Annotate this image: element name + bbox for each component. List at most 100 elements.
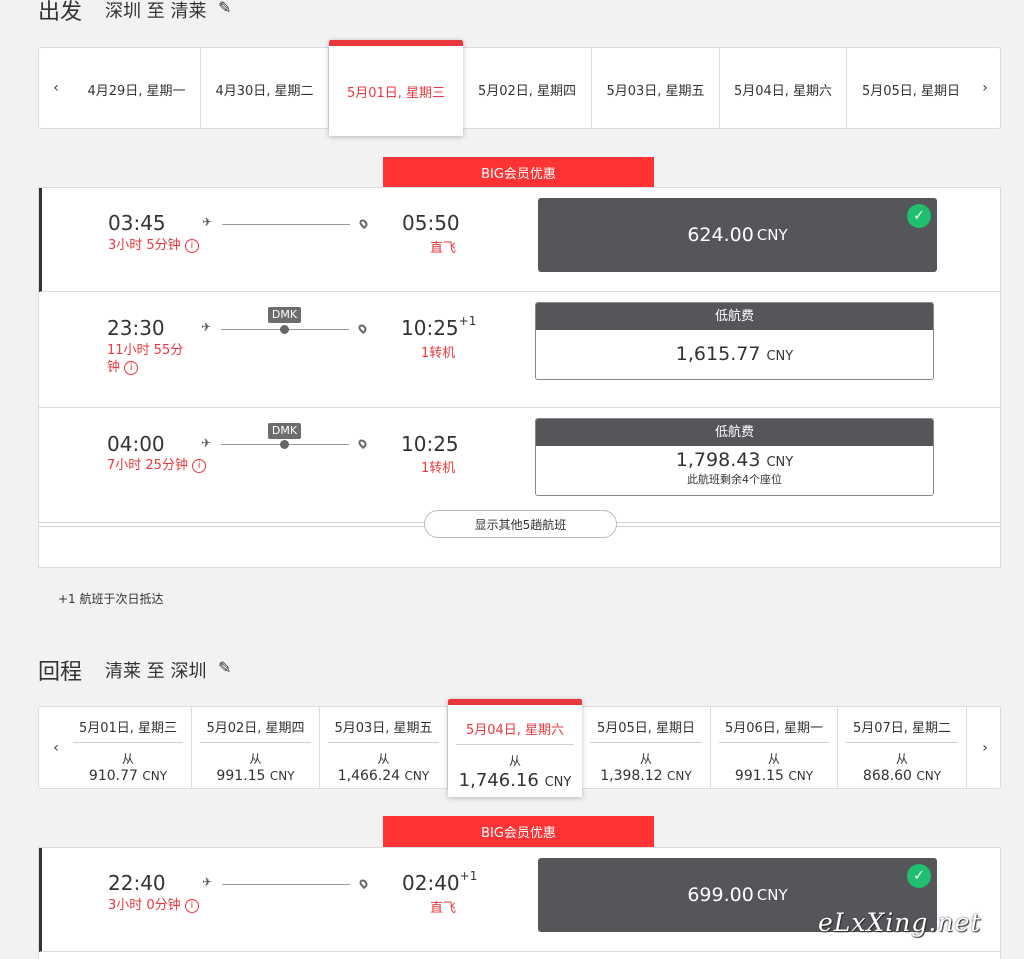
outbound-date-strip: ‹ 4月29日, 星期一 4月30日, 星期二 5月01日, 星期三 5月02日…: [38, 40, 1002, 136]
arrive-time: 10:25: [401, 432, 459, 456]
date-label: 4月30日, 星期二: [215, 84, 314, 99]
date-price-value: 1,398.12: [600, 768, 663, 784]
from-label: 从: [121, 752, 134, 766]
plane-icon: ✈: [202, 875, 213, 889]
date-price-currency: CNY: [404, 769, 430, 783]
flight-row-selected[interactable]: 03:45 3小时 5分钟 i ✈ 05:50 直飞 624.00 CNY ✓: [39, 188, 1000, 292]
date-tab[interactable]: 5月05日, 星期日 从 1,398.12 CNY: [582, 707, 711, 788]
info-icon[interactable]: i: [184, 898, 199, 913]
route-line: [222, 884, 350, 885]
duration-text: 7小时 25分钟: [107, 458, 188, 473]
date-price-currency: CNY: [788, 769, 814, 783]
depart-time: 23:30: [107, 316, 165, 340]
promo-tab: BIG会员优惠: [383, 816, 654, 847]
stops-label: 1转机: [421, 346, 456, 361]
watermark: eLxXing.net: [818, 908, 982, 937]
date-price: 868.60 CNY: [838, 768, 966, 784]
from-label: 从: [377, 752, 390, 766]
arrive-time: 05:50: [402, 211, 460, 235]
chevron-right-icon[interactable]: ›: [968, 707, 1002, 788]
stops-label: 直飞: [430, 241, 457, 256]
fare-type: 低航费: [536, 419, 933, 446]
stop-dot: [280, 440, 289, 449]
date-label: 5月04日, 星期六: [456, 719, 574, 745]
date-tab[interactable]: 5月07日, 星期二 从 868.60 CNY: [838, 707, 967, 788]
duration: 3小时 0分钟 i: [108, 897, 199, 914]
date-tab[interactable]: 5月01日, 星期三 从 910.77 CNY: [65, 707, 192, 788]
chevron-left-icon[interactable]: ‹: [39, 48, 73, 128]
date-price-value: 910.77: [88, 768, 138, 784]
date-label: 4月29日, 星期一: [87, 84, 186, 99]
fare-currency: CNY: [756, 226, 788, 244]
fare-option-selected[interactable]: 624.00 CNY ✓: [538, 198, 937, 272]
map-pin-icon: [357, 877, 370, 890]
fare-price-row: 1,798.43 CNY: [536, 449, 933, 471]
fare-price-row: 1,615.77 CNY: [536, 343, 933, 365]
seats-left-note: 此航班剩余4个座位: [687, 473, 782, 486]
map-pin-icon: [356, 437, 369, 450]
flight-row[interactable]: 23:30 11小时 55分 钟 i ✈ DMK 10:25+1 1转机 低航费…: [39, 292, 1000, 408]
duration: 3小时 5分钟 i: [108, 237, 199, 254]
selected-indicator: [448, 699, 582, 705]
next-day-marker: +1: [459, 869, 478, 884]
date-label: 5月01日, 星期三: [346, 86, 446, 101]
date-tab-selected[interactable]: 5月04日, 星期六 从 1,746.16 CNY: [448, 699, 582, 797]
date-price-value: 1,466.24: [337, 768, 401, 784]
fare-option[interactable]: 低航费 1,615.77 CNY: [535, 302, 934, 380]
show-more-flights-button[interactable]: 显示其他5趟航班: [424, 510, 617, 538]
date-price-value: 991.15: [216, 768, 266, 784]
date-tab[interactable]: 5月02日, 星期四 从 991.15 CNY: [192, 707, 320, 788]
flight-row[interactable]: 04:00 7小时 25分钟 i ✈ DMK 10:25 1转机 低航费 1,7…: [39, 408, 1000, 524]
date-tab[interactable]: 5月03日, 星期五 从 1,466.24 CNY: [320, 707, 448, 788]
date-label: 5月07日, 星期二: [846, 717, 958, 743]
date-price-currency: CNY: [544, 775, 572, 790]
info-icon[interactable]: i: [184, 238, 199, 253]
stops-label: 1转机: [421, 461, 456, 476]
pencil-icon[interactable]: ✎: [218, 658, 231, 677]
fare-price: 1,798.43: [675, 449, 761, 471]
date-label: 5月06日, 星期一: [719, 717, 829, 743]
date-tab-selected[interactable]: 5月01日, 星期三: [329, 40, 463, 136]
info-icon[interactable]: i: [192, 458, 207, 473]
date-price-currency: CNY: [142, 769, 168, 783]
outbound-title: 出发: [38, 0, 83, 25]
fare-currency: CNY: [756, 886, 788, 904]
date-label: 5月01日, 星期三: [73, 717, 183, 743]
depart-time: 04:00: [107, 432, 165, 456]
from-label: 从: [508, 754, 521, 768]
date-tab[interactable]: 5月02日, 星期四: [463, 48, 592, 128]
date-price-value: 868.60: [862, 768, 912, 784]
duration: 7小时 25分钟 i: [107, 457, 207, 474]
date-price-currency: CNY: [269, 769, 295, 783]
date-tab[interactable]: 4月29日, 星期一: [73, 48, 201, 128]
return-route: 清莱 至 深圳: [105, 661, 207, 682]
date-price: 991.15 CNY: [192, 768, 319, 784]
stops-label: 直飞: [430, 901, 457, 916]
date-price: 910.77 CNY: [65, 768, 191, 784]
return-flight-list: 22:40 3小时 0分钟 i ✈ 02:40+1 直飞 699.00 CNY ✓: [38, 847, 1001, 959]
fare-price: 624.00: [687, 224, 754, 246]
arrive-time: 02:40+1: [402, 869, 478, 895]
date-tab[interactable]: 5月03日, 星期五: [592, 48, 720, 128]
next-day-footnote: +1 航班于次日抵达: [58, 592, 164, 606]
date-tab[interactable]: 5月06日, 星期一 从 991.15 CNY: [711, 707, 838, 788]
from-label: 从: [895, 752, 908, 766]
date-tab[interactable]: 5月04日, 星期六: [720, 48, 847, 128]
info-icon[interactable]: i: [124, 360, 139, 375]
arrive-time-text: 10:25: [401, 316, 459, 340]
chevron-right-icon[interactable]: ›: [968, 48, 1002, 128]
date-tab[interactable]: 5月05日, 星期日: [847, 48, 975, 128]
plane-icon: ✈: [201, 320, 212, 334]
date-price-value: 991.15: [734, 768, 784, 784]
map-pin-icon: [356, 322, 369, 335]
fare-currency: CNY: [766, 349, 794, 364]
date-tab[interactable]: 4月30日, 星期二: [201, 48, 329, 128]
arrive-time: 10:25+1: [401, 314, 476, 340]
map-pin-icon: [357, 217, 370, 230]
pencil-icon[interactable]: ✎: [218, 0, 231, 17]
selected-indicator: [329, 40, 463, 46]
date-price-value: 1,746.16: [458, 770, 539, 791]
fare-option[interactable]: 低航费 1,798.43 CNY 此航班剩余4个座位: [535, 418, 934, 496]
via-airport-badge: DMK: [268, 307, 301, 323]
date-label: 5月04日, 星期六: [733, 84, 833, 99]
